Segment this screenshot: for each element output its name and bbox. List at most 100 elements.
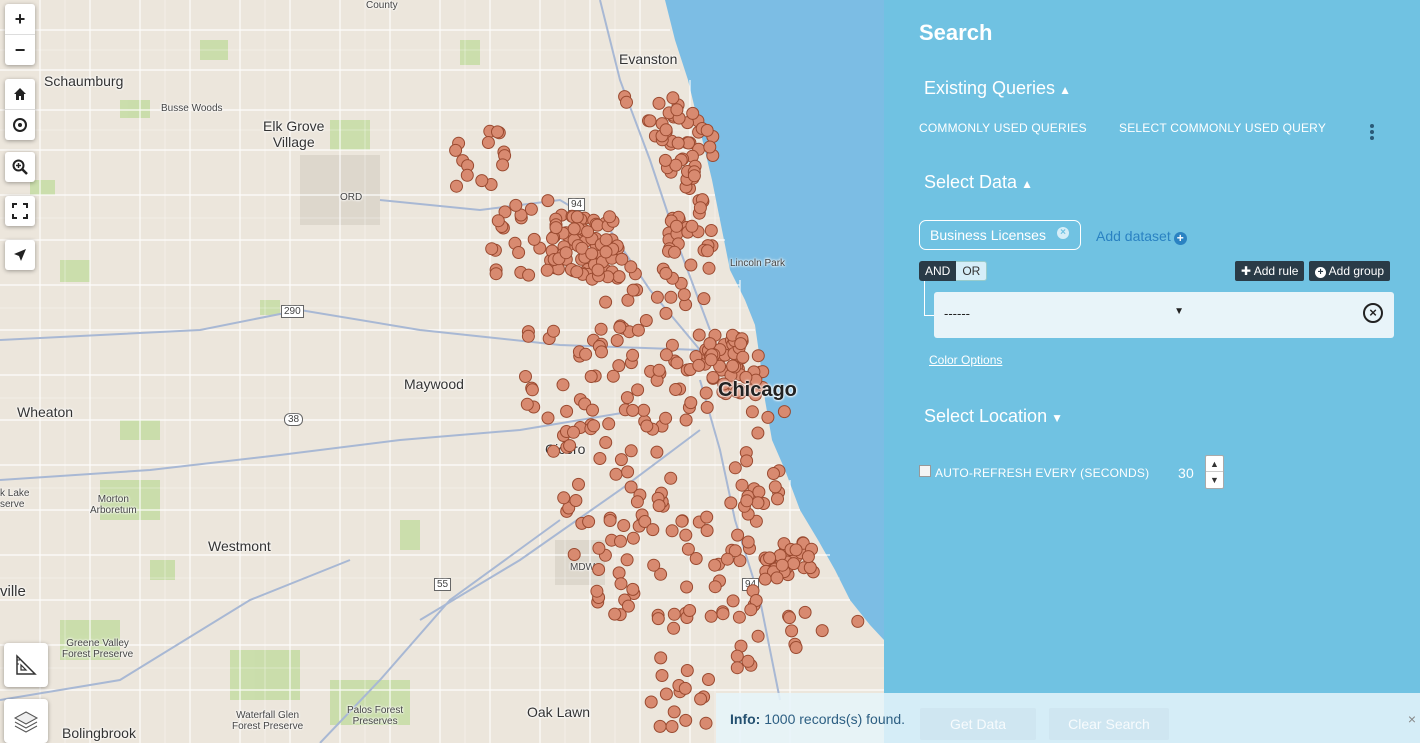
record-marker[interactable] (703, 337, 717, 351)
record-marker[interactable] (643, 114, 657, 128)
record-marker[interactable] (549, 221, 563, 235)
record-marker[interactable] (783, 611, 796, 625)
record-marker[interactable] (692, 328, 706, 342)
record-marker[interactable] (612, 270, 626, 284)
record-marker[interactable] (675, 514, 689, 528)
record-marker[interactable] (592, 541, 606, 555)
record-marker[interactable] (687, 169, 701, 183)
record-marker[interactable] (704, 609, 718, 623)
record-marker[interactable] (626, 582, 640, 596)
record-marker[interactable] (591, 263, 605, 277)
record-marker[interactable] (697, 292, 711, 306)
record-marker[interactable] (700, 123, 714, 137)
record-marker[interactable] (798, 605, 812, 619)
record-marker[interactable] (609, 467, 623, 481)
record-marker[interactable] (720, 552, 734, 566)
record-marker[interactable] (699, 386, 713, 400)
record-marker[interactable] (741, 654, 755, 668)
record-marker[interactable] (570, 210, 584, 224)
or-button[interactable]: OR (956, 261, 988, 281)
record-marker[interactable] (581, 225, 595, 239)
record-marker[interactable] (620, 391, 634, 405)
record-marker[interactable] (741, 535, 755, 549)
record-marker[interactable] (647, 558, 661, 572)
record-marker[interactable] (767, 467, 780, 480)
record-marker[interactable] (770, 571, 784, 585)
record-marker[interactable] (491, 214, 505, 228)
record-marker[interactable] (475, 174, 489, 188)
record-marker[interactable] (777, 405, 791, 419)
record-marker[interactable] (524, 202, 538, 216)
record-marker[interactable] (560, 404, 574, 418)
select-location-toggle[interactable]: Select Location ▼ (924, 406, 1063, 427)
record-marker[interactable] (582, 515, 596, 529)
navigation-arrow-icon[interactable] (5, 240, 35, 270)
clear-search-button[interactable]: Clear Search (1049, 708, 1169, 740)
record-marker[interactable] (620, 95, 633, 109)
record-marker[interactable] (752, 485, 766, 499)
record-marker[interactable] (659, 687, 673, 701)
record-marker[interactable] (512, 246, 526, 259)
record-marker[interactable] (541, 194, 555, 208)
record-marker[interactable] (699, 716, 713, 730)
fullscreen-icon[interactable] (5, 196, 35, 226)
zoom-magnifier-icon[interactable] (5, 152, 35, 182)
record-marker[interactable] (679, 713, 693, 727)
record-marker[interactable] (509, 198, 523, 212)
record-marker[interactable] (679, 528, 693, 542)
record-marker[interactable] (527, 232, 541, 246)
record-marker[interactable] (519, 370, 532, 383)
record-marker[interactable] (683, 604, 697, 617)
record-marker[interactable] (590, 584, 604, 598)
record-marker[interactable] (763, 551, 777, 565)
record-marker[interactable] (546, 231, 559, 245)
close-icon[interactable]: × (1408, 711, 1416, 727)
record-marker[interactable] (496, 158, 510, 172)
record-marker[interactable] (787, 557, 801, 571)
record-marker[interactable] (664, 471, 678, 485)
record-marker[interactable] (650, 290, 664, 304)
record-marker[interactable] (679, 413, 693, 427)
record-marker[interactable] (775, 558, 789, 572)
record-marker[interactable] (664, 290, 678, 304)
record-marker[interactable] (614, 534, 627, 548)
record-marker[interactable] (694, 692, 708, 706)
record-marker[interactable] (602, 417, 616, 431)
auto-refresh-stepper[interactable]: ▲ ▼ (1205, 455, 1224, 489)
record-marker[interactable] (684, 396, 698, 410)
record-marker[interactable] (771, 492, 784, 506)
record-marker[interactable] (732, 610, 746, 624)
record-marker[interactable] (610, 334, 624, 347)
record-marker[interactable] (659, 306, 673, 320)
record-marker[interactable] (563, 439, 577, 453)
record-marker[interactable] (667, 607, 681, 621)
record-marker[interactable] (677, 288, 691, 302)
record-marker[interactable] (701, 244, 714, 258)
record-marker[interactable] (603, 210, 617, 224)
record-marker[interactable] (751, 426, 765, 440)
record-marker[interactable] (744, 603, 758, 617)
record-marker[interactable] (700, 524, 714, 537)
record-marker[interactable] (644, 695, 658, 709)
record-marker[interactable] (557, 491, 571, 505)
record-marker[interactable] (612, 359, 626, 373)
record-marker[interactable] (567, 548, 581, 561)
record-marker[interactable] (631, 383, 645, 397)
record-marker[interactable] (686, 106, 700, 120)
record-marker[interactable] (726, 359, 740, 373)
record-marker[interactable] (768, 480, 782, 494)
record-marker[interactable] (703, 140, 717, 154)
record-marker[interactable] (669, 383, 683, 396)
record-marker[interactable] (685, 219, 699, 233)
record-marker[interactable] (735, 478, 749, 492)
record-marker[interactable] (614, 577, 628, 591)
record-marker[interactable] (751, 349, 765, 363)
record-marker[interactable] (665, 524, 679, 538)
record-marker[interactable] (646, 523, 660, 537)
record-marker[interactable] (630, 495, 644, 509)
commonly-used-select[interactable]: SELECT COMMONLY USED QUERY (1119, 121, 1326, 135)
auto-refresh-value[interactable]: 30 (1178, 465, 1194, 481)
record-marker[interactable] (521, 329, 535, 343)
zoom-in-button[interactable]: + (5, 4, 35, 35)
record-marker[interactable] (751, 629, 765, 643)
